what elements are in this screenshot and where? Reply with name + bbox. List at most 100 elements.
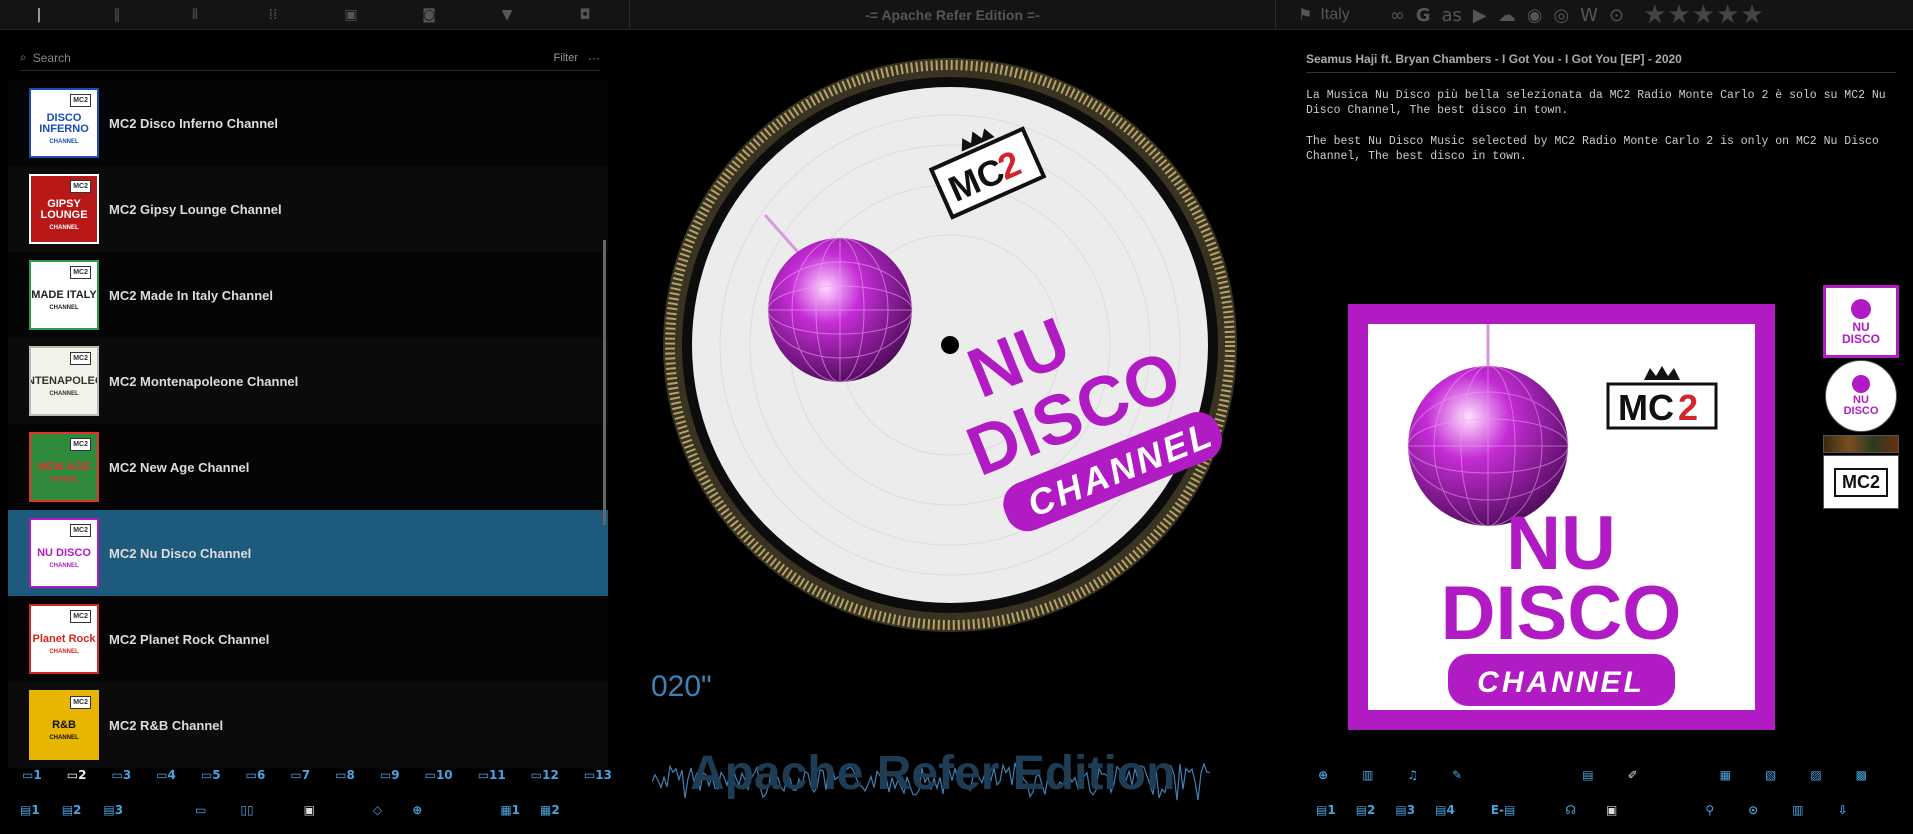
view-mode-1-icon[interactable]: | (0, 7, 78, 23)
camera-button[interactable]: ▦ (1720, 768, 1731, 782)
channel-logo-brand: MC2 (70, 94, 91, 107)
channel-logo: MC2 DISCO INFERNO CHANNEL (29, 88, 99, 158)
channel-row[interactable]: MC2 GIPSY LOUNGE CHANNEL MC2 Gipsy Lounge C… (8, 166, 608, 252)
preset-10-button[interactable]: ▭10 (425, 768, 453, 782)
channel-logo-brand: MC2 (70, 352, 91, 365)
channel-row[interactable]: MC2 DISCO INFERNO CHANNEL MC2 Disco Inferno… (8, 80, 608, 166)
radio-icon: ▭ (200, 768, 213, 782)
lastfm-icon[interactable]: as (1441, 5, 1461, 26)
channel-row[interactable]: MC2 NU DISCO CHANNEL MC2 Nu Disco Channel (8, 510, 608, 596)
channel-row[interactable]: MC2 Planet Rock CHANNEL MC2 Planet Rock Cha… (8, 596, 608, 682)
delete-button[interactable]: ▥ (1792, 803, 1803, 817)
youtube-icon[interactable]: ▶ (1473, 5, 1487, 26)
preset-7-button[interactable]: ▭7 (290, 768, 310, 782)
zoom-button[interactable]: ⊙ (1748, 803, 1758, 817)
lyrics-1-button[interactable]: ▤1 (1316, 803, 1336, 817)
thumb-cover-4[interactable]: MC2 (1823, 455, 1899, 509)
folder-icon[interactable]: ▭ (195, 803, 206, 817)
document-button[interactable]: ▤ (1582, 768, 1593, 782)
pin-button[interactable]: ⚲ (1705, 803, 1714, 817)
scrollbar[interactable] (603, 240, 606, 525)
grid-2-button[interactable]: ▦2 (540, 803, 560, 817)
preset-number: 1 (33, 768, 42, 782)
channel-logo-text: NU DISCO (37, 547, 91, 559)
google-icon[interactable]: G (1416, 5, 1431, 26)
album-cover[interactable]: MC 2 NU DISCO CHANNEL (1348, 304, 1775, 730)
view-mode-3-icon[interactable]: ⦀ (156, 7, 234, 23)
thumb-cover-3[interactable] (1823, 435, 1899, 453)
preset-1-button[interactable]: ▭1 (22, 768, 42, 782)
eraser-button[interactable]: ✎ (1452, 768, 1462, 782)
preset-12-button[interactable]: ▭12 (531, 768, 559, 782)
playlist-3-button[interactable]: ▤3 (103, 803, 123, 817)
thumb-cover-2[interactable]: NU DISCO (1823, 359, 1899, 433)
radio-icon[interactable]: ▣ (304, 803, 315, 817)
erase-icon[interactable]: ◇ (373, 803, 382, 817)
channel-description: La Musica Nu Disco più bella selezionata… (1306, 88, 1896, 180)
channel-row[interactable]: MC2 R&B CHANNEL MC2 R&B Channel (8, 682, 608, 768)
export-button[interactable]: ⇩ (1838, 803, 1848, 817)
grid-1-button[interactable]: ▦1 (500, 803, 520, 817)
turntable-platter[interactable]: MC 2 NU DISCO CHANNEL (660, 55, 1240, 635)
radio-button[interactable]: ▩ (1856, 768, 1867, 782)
chart-button[interactable]: ▥ (1362, 768, 1373, 782)
book-icon[interactable]: ▯▯ (240, 803, 253, 817)
lyrics-3-button[interactable]: ▤3 (1395, 803, 1415, 817)
more-options-button[interactable]: ··· (588, 51, 600, 65)
left-secondary-toolbar: ▤1 ▤2 ▤3 ▭ ▯▯ ▣ ◇ ⊕ ▦1 ▦2 (20, 799, 610, 821)
view-mode-4-icon[interactable]: ⁞⁞ (234, 7, 312, 23)
view-mode-6-icon[interactable]: ◙ (390, 7, 468, 23)
thumb-cover-1[interactable]: NU DISCO (1823, 285, 1899, 358)
search-bar[interactable]: ⌕ Search Filter ··· (20, 45, 600, 71)
thumb-disc: NU DISCO (1825, 359, 1897, 432)
playlist-2-button[interactable]: ▤2 (62, 803, 82, 817)
podcast-icon[interactable]: ⊙ (1609, 5, 1624, 26)
record-icon[interactable]: ◎ (1553, 5, 1569, 26)
channel-logo-sub: CHANNEL (49, 391, 79, 397)
preset-3-button[interactable]: ▭3 (111, 768, 131, 782)
preset-13-button[interactable]: ▭13 (584, 768, 612, 782)
preset-number: 7 (301, 768, 311, 782)
preset-2-button[interactable]: ▭2 (67, 768, 87, 782)
spindle (941, 336, 959, 354)
preset-9-button[interactable]: ▭9 (380, 768, 400, 782)
video-button[interactable]: ▨ (1810, 768, 1821, 782)
wikipedia-icon[interactable]: W (1580, 5, 1598, 26)
view-mode-7-icon[interactable]: ▼ (468, 7, 546, 23)
globe-icon[interactable]: ⊕ (412, 803, 422, 817)
preset-11-button[interactable]: ▭11 (478, 768, 506, 782)
view-mode-2-icon[interactable]: ‖ (78, 7, 156, 23)
search-input[interactable]: Search (33, 51, 71, 65)
lyrics-2-button[interactable]: ▤2 (1356, 803, 1376, 817)
grid-button[interactable]: ▣ (1606, 803, 1617, 817)
headphones-button[interactable]: ☊ (1565, 803, 1576, 817)
preset-number: 2 (78, 768, 87, 782)
lyrics-4-button[interactable]: ▤4 (1435, 803, 1455, 817)
e-lyrics-button[interactable]: E-▤ (1491, 803, 1516, 817)
globe-button[interactable]: ⊕ (1318, 768, 1328, 782)
image-button[interactable]: ▧ (1765, 768, 1776, 782)
preset-8-button[interactable]: ▭8 (335, 768, 355, 782)
link-icon[interactable]: ∞ (1390, 5, 1405, 26)
rating-stars[interactable]: ★★★★★ (1643, 0, 1765, 30)
preset-number: 13 (595, 768, 612, 782)
preset-4-button[interactable]: ▭4 (156, 768, 176, 782)
thumb-ball-icon (1851, 298, 1871, 319)
view-mode-5-icon[interactable]: ▣ (312, 7, 390, 23)
view-mode-bar: | ‖ ⦀ ⁞⁞ ▣ ◙ ▼ ◘ (0, 0, 630, 30)
channel-row[interactable]: MC2 NEW AGE CHANNEL MC2 New Age Channel (8, 424, 608, 510)
preset-5-button[interactable]: ▭5 (201, 768, 221, 782)
playlist-1-button[interactable]: ▤1 (20, 803, 40, 817)
filter-button[interactable]: Filter (554, 52, 578, 64)
view-mode-8-icon[interactable]: ◘ (546, 7, 624, 23)
preset-6-button[interactable]: ▭6 (246, 768, 266, 782)
soundcloud-icon[interactable]: ☁ (1498, 5, 1516, 26)
edit-button[interactable]: ✐ (1628, 768, 1638, 782)
country-selector[interactable]: ⚑ Italy (1298, 5, 1350, 25)
channel-row[interactable]: MC2 MONTENAPOLEONE CHANNEL MC2 Montenapoleo… (8, 338, 608, 424)
channel-logo-sub: CHANNEL (49, 224, 79, 231)
channel-logo-sub: CHANNEL (49, 649, 79, 655)
spotify-icon[interactable]: ◉ (1527, 5, 1543, 26)
music-button[interactable]: ♫ (1407, 768, 1418, 782)
channel-row[interactable]: MC2 MADE ITALY CHANNEL MC2 Made In Italy Ch… (8, 252, 608, 338)
